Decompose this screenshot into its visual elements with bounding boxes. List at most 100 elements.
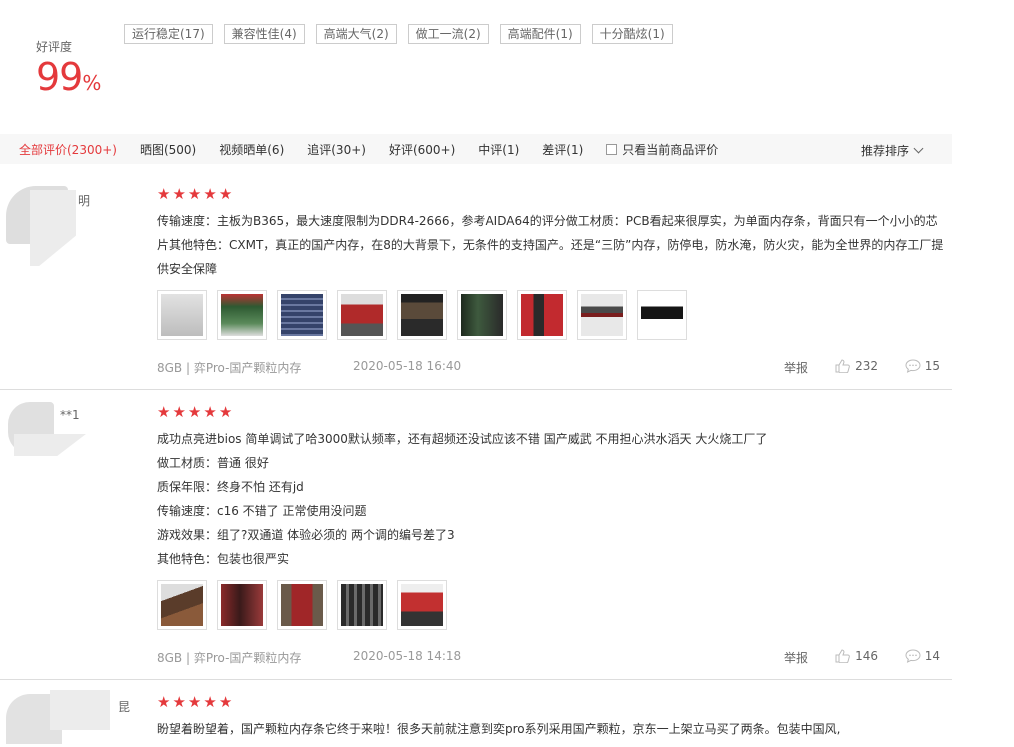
review-paragraph: 其他特色：包装也很严实 [157, 552, 290, 566]
comment-bubble-icon [905, 649, 921, 663]
review-text: 盼望着盼望着，国产颗粒内存条它终于来啦！很多天前就注意到奕pro系列采用国产颗粒… [157, 717, 947, 741]
tag-premium[interactable]: 高端大气(2) [315, 24, 397, 44]
review-user: 昆 [6, 680, 130, 747]
filter-followup[interactable]: 追评(30+) [307, 141, 366, 158]
review-photo[interactable] [397, 290, 447, 340]
photo-thumbnail [641, 294, 683, 336]
like-button[interactable]: 146 [835, 649, 878, 663]
rating-number: 99 [36, 55, 83, 99]
review-paragraph: 质保年限：终身不怕 还有jd [157, 480, 304, 494]
review-photos [157, 580, 947, 630]
star-icon: ★ [218, 693, 233, 711]
review-meta: 8GB | 弈Pro-国产颗粒内存 2020-05-18 14:18 举报 14… [157, 649, 940, 665]
review-item: **1 ★ ★ ★ ★ ★ 成功点亮进bios 简单调试了哈3000默认频率，还有超频还… [0, 390, 952, 680]
star-rating: ★ ★ ★ ★ ★ [157, 186, 947, 202]
star-icon: ★ [187, 403, 202, 421]
username: **1 [60, 408, 80, 422]
photo-thumbnail [281, 294, 323, 336]
only-current-checkbox[interactable]: 只看当前商品评价 [606, 141, 718, 158]
checkbox-icon[interactable] [606, 143, 618, 155]
tag-cool[interactable]: 十分酷炫(1) [591, 24, 673, 44]
review-photo[interactable] [157, 290, 207, 340]
tag-stable[interactable]: 运行稳定(17) [124, 24, 213, 44]
review-photo[interactable] [277, 580, 327, 630]
star-icon: ★ [157, 185, 171, 203]
username: 明 [78, 194, 91, 208]
comment-button[interactable]: 14 [905, 649, 940, 663]
filter-videos[interactable]: 视频晒单(6) [219, 141, 284, 158]
star-rating: ★ ★ ★ ★ ★ [157, 404, 947, 420]
review-item: 明 ★ ★ ★ ★ ★ 传输速度：主板为B365，最大速度限制为DDR4-2666，参考… [0, 176, 952, 390]
star-icon: ★ [187, 693, 202, 711]
comment-count: 15 [924, 359, 940, 373]
photo-thumbnail [221, 584, 263, 626]
photo-thumbnail [461, 294, 503, 336]
rating-label: 好评度 [36, 40, 73, 54]
review-photos [157, 290, 947, 340]
username: 昆 [118, 700, 131, 714]
review-photo[interactable] [337, 290, 387, 340]
sort-dropdown[interactable]: 推荐排序 [860, 142, 924, 159]
review-photo[interactable] [577, 290, 627, 340]
review-paragraph: 传输速度：c16 不错了 正常使用没问题 [157, 504, 367, 518]
star-icon: ★ [218, 185, 233, 203]
star-icon: ★ [203, 693, 217, 711]
star-icon: ★ [203, 185, 217, 203]
photo-thumbnail [161, 584, 203, 626]
review-tags: 运行稳定(17) 兼容性佳(4) 高端大气(2) 做工一流(2) 高端配件(1)… [124, 24, 673, 44]
review-photo[interactable] [217, 580, 267, 630]
review-body: ★ ★ ★ ★ ★ 盼望着盼望着，国产颗粒内存条它终于来啦！很多天前就注意到奕pro系列… [157, 694, 947, 741]
photo-thumbnail [401, 584, 443, 626]
star-icon: ★ [187, 185, 202, 203]
only-current-label: 只看当前商品评价 [622, 142, 719, 157]
photo-thumbnail [521, 294, 563, 336]
avatar-blur [50, 690, 110, 730]
review-photo[interactable] [157, 580, 207, 630]
review-body: ★ ★ ★ ★ ★ 成功点亮进bios 简单调试了哈3000默认频率，还有超频还没试应该… [157, 404, 947, 630]
tag-compatible[interactable]: 兼容性佳(4) [223, 24, 305, 44]
photo-thumbnail [401, 294, 443, 336]
review-photo[interactable] [217, 290, 267, 340]
review-photo[interactable] [397, 580, 447, 630]
star-icon: ★ [157, 693, 171, 711]
review-photo[interactable] [337, 580, 387, 630]
filter-negative[interactable]: 差评(1) [542, 141, 583, 158]
star-icon: ★ [172, 185, 186, 203]
like-button[interactable]: 232 [835, 359, 878, 373]
report-link[interactable]: 举报 [784, 359, 808, 376]
review-date: 2020-05-18 14:18 [353, 649, 462, 663]
tag-workmanship[interactable]: 做工一流(2) [407, 24, 489, 44]
tag-accessories[interactable]: 高端配件(1) [499, 24, 581, 44]
review-text: 传输速度：主板为B365，最大速度限制为DDR4-2666，参考AIDA64的评… [157, 209, 947, 281]
review-photo[interactable] [637, 290, 687, 340]
review-paragraph: 盼望着盼望着，国产颗粒内存条它终于来啦！很多天前就注意到奕pro系列采用国产颗粒… [157, 722, 841, 736]
thumbs-up-icon [835, 359, 850, 373]
rating-unit: % [82, 71, 101, 95]
review-paragraph: 做工材质：普通 很好 [157, 456, 269, 470]
review-user: 明 [6, 176, 116, 266]
review-meta: 8GB | 弈Pro-国产颗粒内存 2020-05-18 16:40 举报 23… [157, 359, 940, 375]
review-photo[interactable] [277, 290, 327, 340]
star-icon: ★ [203, 403, 217, 421]
star-icon: ★ [172, 403, 186, 421]
report-link[interactable]: 举报 [784, 649, 808, 666]
review-filter-bar: 全部评价(2300+) 晒图(500) 视频晒单(6) 追评(30+) 好评(6… [0, 134, 952, 164]
review-body: ★ ★ ★ ★ ★ 传输速度：主板为B365，最大速度限制为DDR4-2666，参考AI… [157, 186, 947, 340]
review-photo[interactable] [517, 290, 567, 340]
review-user: **1 [6, 390, 116, 470]
thumbs-up-icon [835, 649, 850, 663]
filter-photos[interactable]: 晒图(500) [140, 141, 196, 158]
review-photo[interactable] [457, 290, 507, 340]
photo-thumbnail [341, 294, 383, 336]
photo-thumbnail [281, 584, 323, 626]
filter-all[interactable]: 全部评价(2300+) [19, 141, 117, 158]
like-count: 146 [855, 649, 878, 663]
star-icon: ★ [218, 403, 233, 421]
product-variant: 8GB | 弈Pro-国产颗粒内存 [157, 651, 302, 665]
filter-neutral[interactable]: 中评(1) [478, 141, 519, 158]
sort-label: 推荐排序 [860, 144, 909, 158]
chevron-down-icon [913, 143, 924, 154]
comment-button[interactable]: 15 [905, 359, 940, 373]
comment-bubble-icon [905, 359, 921, 373]
filter-positive[interactable]: 好评(600+) [389, 141, 455, 158]
